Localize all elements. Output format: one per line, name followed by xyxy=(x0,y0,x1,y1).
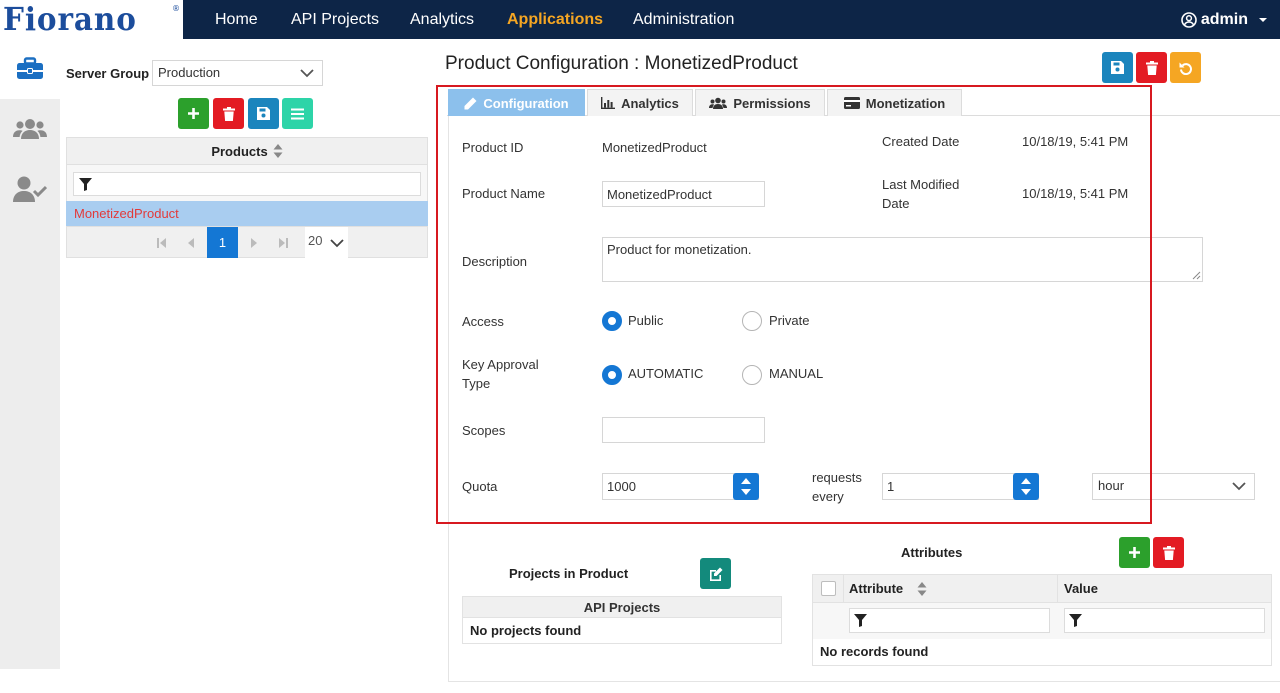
projects-empty-row: No projects found xyxy=(462,618,782,644)
current-page-button[interactable]: 1 xyxy=(207,227,238,258)
product-row[interactable]: MonetizedProduct xyxy=(66,201,428,226)
delete-config-button[interactable] xyxy=(1136,52,1167,83)
no-projects-text: No projects found xyxy=(470,623,582,638)
api-projects-column-header[interactable]: API Projects xyxy=(462,596,782,618)
page-title: Product Configuration : MonetizedProduct xyxy=(445,53,798,74)
trash-icon xyxy=(1145,60,1158,75)
sort-icon xyxy=(273,144,283,158)
nav-analytics[interactable]: Analytics xyxy=(410,0,474,39)
delete-product-button[interactable] xyxy=(213,98,244,129)
users-icon xyxy=(13,119,47,139)
briefcase-icon xyxy=(17,57,43,79)
rail-products[interactable] xyxy=(0,39,60,99)
products-grid-header[interactable]: Products xyxy=(66,137,428,165)
server-group-value: Production xyxy=(158,65,221,80)
plus-icon xyxy=(188,108,199,119)
nav-applications[interactable]: Applications xyxy=(507,0,603,39)
user-name: admin xyxy=(1200,10,1248,28)
save-product-button[interactable] xyxy=(1102,52,1133,83)
filter-icon xyxy=(854,614,867,627)
products-header-label: Products xyxy=(211,143,268,159)
projects-in-product-title: Projects in Product xyxy=(509,566,629,581)
rail-user-approvals[interactable] xyxy=(0,159,60,219)
last-page-icon[interactable] xyxy=(278,238,288,248)
attributes-empty-row: No records found xyxy=(812,639,1272,666)
edit-icon xyxy=(709,567,722,581)
attribute-filter-input[interactable] xyxy=(849,608,1050,633)
value-filter-input[interactable] xyxy=(1064,608,1265,633)
logo-text: Fiorano xyxy=(3,0,137,38)
logo-registered-mark: ® xyxy=(172,4,180,13)
server-group-label: Server Group xyxy=(66,66,150,81)
attributes-title: Attributes xyxy=(901,545,963,560)
rail-groups[interactable] xyxy=(0,99,60,159)
caret-down-icon xyxy=(1259,17,1267,22)
products-pager: 1 20 xyxy=(66,226,428,258)
sort-icon[interactable] xyxy=(917,582,927,596)
attributes-grid-header: Attribute Value xyxy=(812,574,1272,603)
reset-button[interactable] xyxy=(1170,52,1201,83)
user-check-icon xyxy=(13,176,47,202)
save-icon xyxy=(257,107,270,120)
page-size-select[interactable]: 20 xyxy=(305,227,348,258)
attribute-column-header[interactable]: Attribute xyxy=(849,581,903,596)
server-group-select[interactable]: Production xyxy=(152,60,323,86)
delete-attribute-button[interactable] xyxy=(1153,537,1184,568)
plus-icon xyxy=(1129,547,1140,558)
highlight-box xyxy=(436,85,1152,524)
value-column-header[interactable]: Value xyxy=(1064,581,1098,596)
select-all-checkbox[interactable] xyxy=(821,581,836,596)
add-product-button[interactable] xyxy=(178,98,209,129)
filter-icon xyxy=(79,178,92,191)
page-size-value: 20 xyxy=(308,233,323,248)
prev-page-icon[interactable] xyxy=(187,238,195,248)
nav-home[interactable]: Home xyxy=(215,0,258,39)
user-circle-icon xyxy=(1181,11,1197,28)
resize-handle-icon xyxy=(1192,271,1201,280)
edit-projects-button[interactable] xyxy=(700,558,731,589)
left-rail xyxy=(0,39,60,669)
add-attribute-button[interactable] xyxy=(1119,537,1150,568)
list-view-button[interactable] xyxy=(282,98,313,129)
column-divider xyxy=(843,575,844,603)
products-filter-input[interactable] xyxy=(73,172,421,196)
column-divider xyxy=(1057,575,1058,603)
list-icon xyxy=(291,108,304,119)
filter-icon xyxy=(1069,614,1082,627)
top-navbar: Fiorano ® Home API Projects Analytics Ap… xyxy=(0,0,1280,39)
attributes-filter-row xyxy=(812,603,1272,639)
chevron-down-icon xyxy=(300,69,314,78)
first-page-icon[interactable] xyxy=(157,238,167,248)
chevron-down-icon xyxy=(1232,482,1246,491)
undo-icon xyxy=(1179,62,1192,75)
trash-icon xyxy=(222,106,235,121)
save-products-button[interactable] xyxy=(248,98,279,129)
user-menu[interactable]: admin xyxy=(1181,0,1270,39)
trash-icon xyxy=(1162,545,1175,560)
nav-api-projects[interactable]: API Projects xyxy=(291,0,379,39)
nav-administration[interactable]: Administration xyxy=(633,0,734,39)
chevron-down-icon xyxy=(330,239,344,248)
next-page-icon[interactable] xyxy=(250,238,258,248)
save-icon xyxy=(1111,61,1124,74)
fiorano-logo[interactable]: Fiorano ® xyxy=(0,0,183,39)
no-records-text: No records found xyxy=(820,644,929,659)
